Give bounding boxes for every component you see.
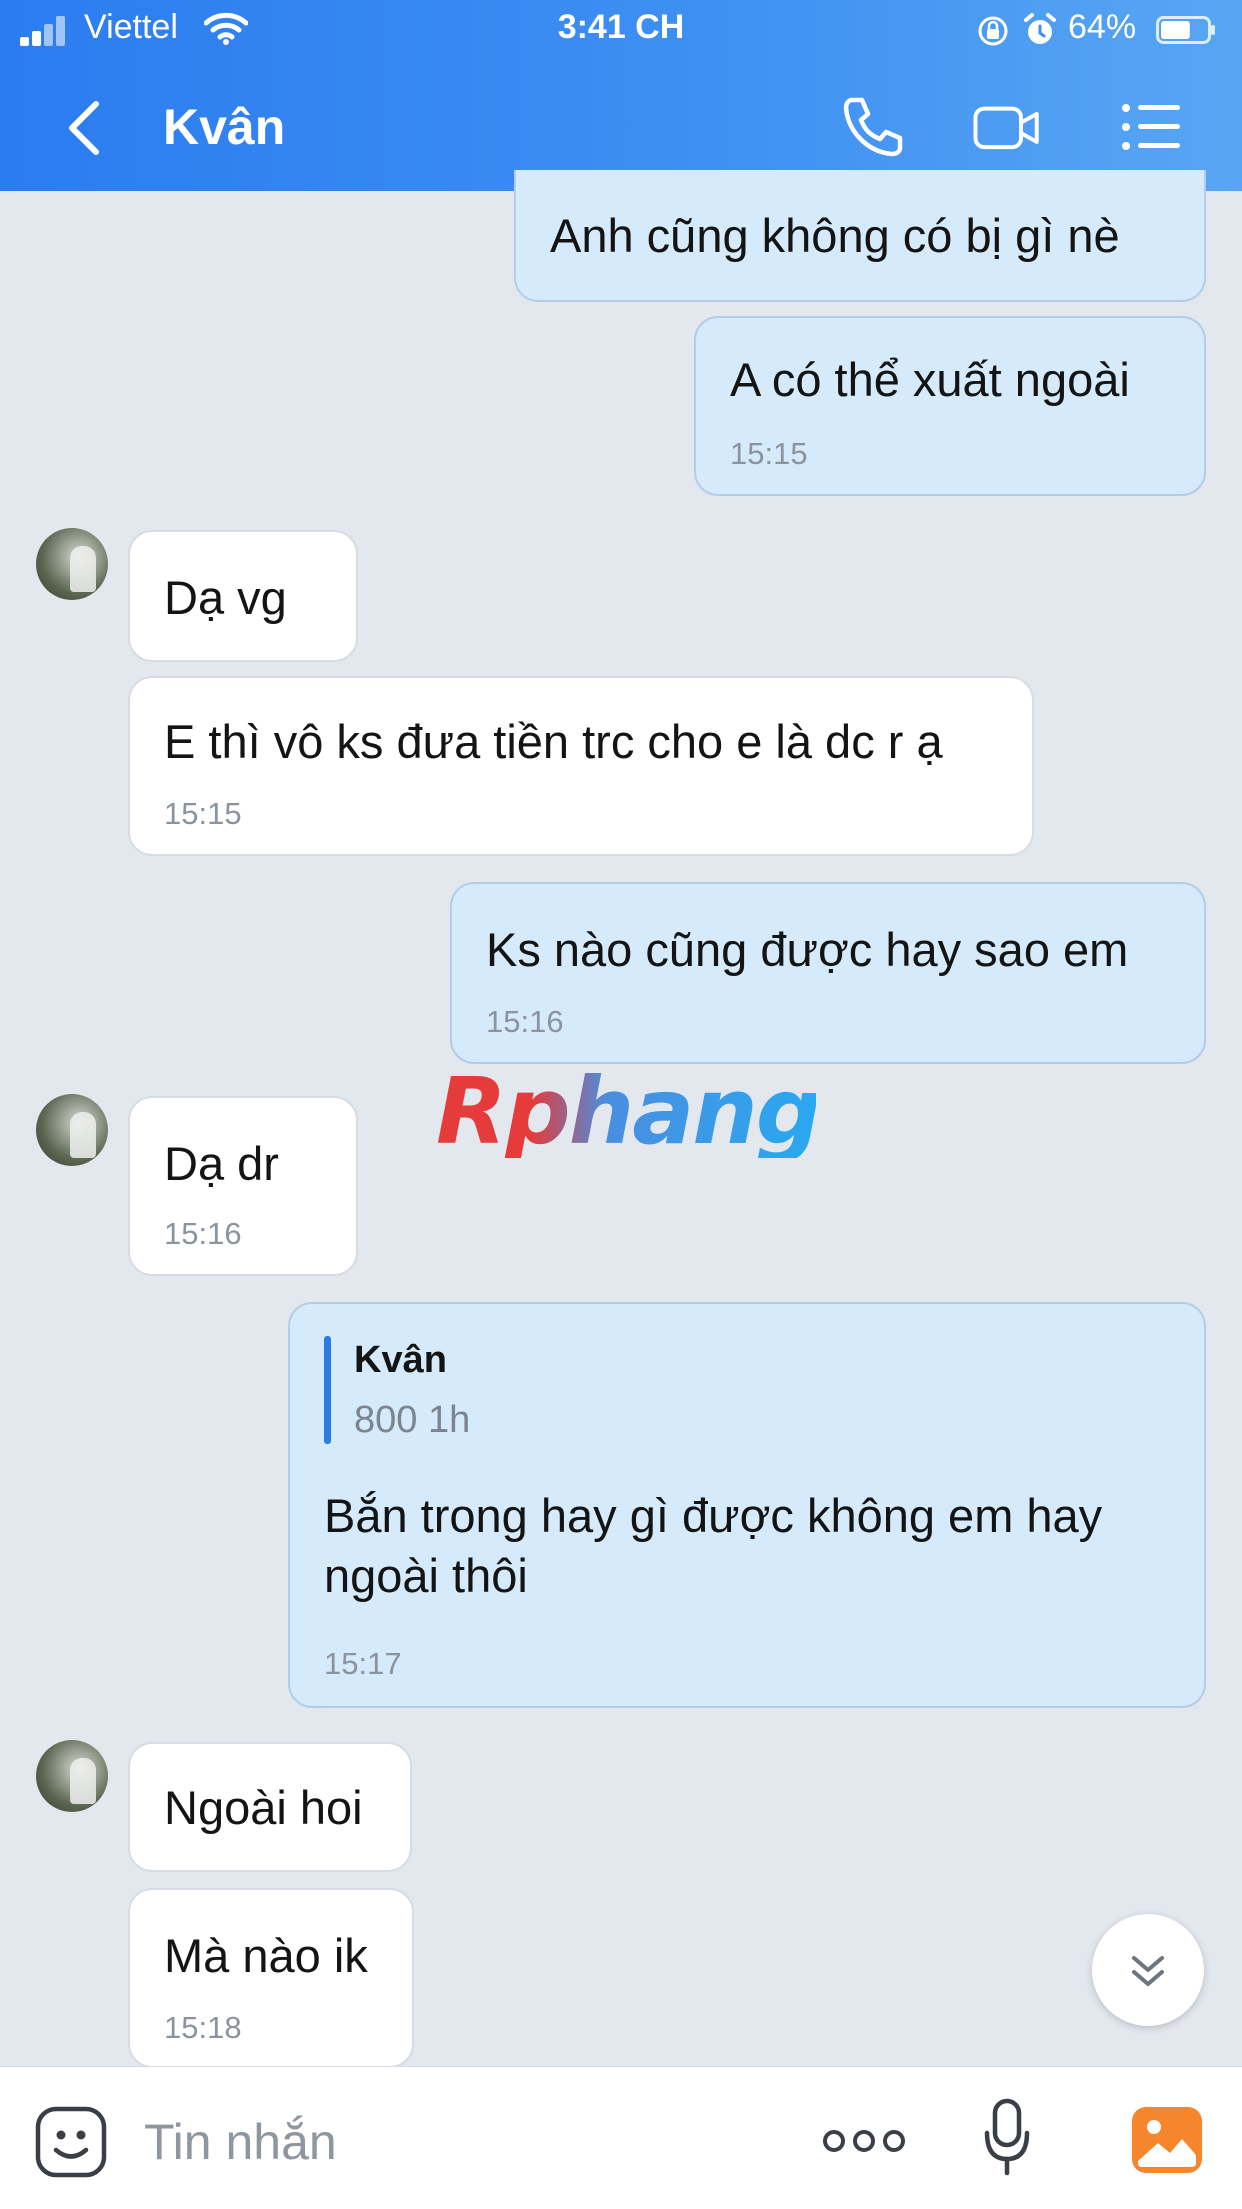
sticker-icon[interactable] xyxy=(34,2105,108,2179)
message-text: Anh cũng không có bị gì nè xyxy=(550,209,1120,262)
quote-bar xyxy=(324,1336,331,1444)
avatar[interactable] xyxy=(36,528,108,600)
message-text: Dạ dr xyxy=(164,1137,279,1190)
message-text: Ngoài hoi xyxy=(164,1781,363,1834)
outgoing-message[interactable]: A có thể xuất ngoài 15:15 xyxy=(694,316,1206,496)
message-text: Mà nào ik xyxy=(164,1929,368,1982)
video-call-icon[interactable] xyxy=(972,92,1042,162)
avatar[interactable] xyxy=(36,1094,108,1166)
status-bar: Viettel 3:41 CH 64% xyxy=(0,0,1242,62)
gallery-icon[interactable] xyxy=(1130,2105,1204,2175)
message-time: 15:15 xyxy=(164,796,242,831)
phone-icon[interactable] xyxy=(838,92,908,162)
message-time: 15:18 xyxy=(164,2010,242,2045)
message-text: A có thể xuất ngoài xyxy=(730,353,1130,406)
incoming-message[interactable]: E thì vô ks đưa tiền trc cho e là dc r ạ… xyxy=(128,676,1034,856)
microphone-icon[interactable] xyxy=(982,2097,1032,2177)
battery-icon xyxy=(1156,16,1215,44)
rotation-lock-icon xyxy=(978,16,1008,46)
message-text: Dạ vg xyxy=(164,571,287,624)
double-chevron-down-icon xyxy=(1132,1956,1164,1986)
more-options-icon[interactable] xyxy=(822,2123,906,2159)
message-time: 15:17 xyxy=(324,1646,402,1681)
scroll-to-bottom-button[interactable] xyxy=(1092,1914,1204,2026)
message-input[interactable] xyxy=(142,2103,766,2181)
message-text: E thì vô ks đưa tiền trc cho e là dc r ạ xyxy=(164,715,943,768)
message-text: Bắn trong hay gì được không em hay ngoài… xyxy=(324,1489,1103,1602)
contact-name[interactable]: Kvân xyxy=(163,98,285,156)
app-header: Viettel 3:41 CH 64% Kvân xyxy=(0,0,1242,191)
watermark-logo: Rphang xyxy=(436,1058,822,1165)
incoming-message[interactable]: Dạ vg xyxy=(128,530,358,662)
list-menu-icon[interactable] xyxy=(1116,92,1186,162)
incoming-message[interactable]: Mà nào ik 15:18 xyxy=(128,1888,414,2068)
message-time: 15:16 xyxy=(164,1216,242,1251)
alarm-icon xyxy=(1024,13,1056,44)
quoted-text: 800 1h xyxy=(354,1399,471,1441)
quoted-sender: Kvân xyxy=(354,1339,447,1381)
avatar[interactable] xyxy=(36,1740,108,1812)
outgoing-message[interactable]: Ks nào cũng được hay sao em 15:16 xyxy=(450,882,1206,1064)
message-time: 15:16 xyxy=(486,1004,564,1039)
message-text: Ks nào cũng được hay sao em xyxy=(486,923,1129,976)
outgoing-message[interactable]: Anh cũng không có bị gì nè xyxy=(514,170,1206,302)
back-chevron-icon[interactable] xyxy=(60,98,110,158)
message-time: 15:15 xyxy=(730,436,808,471)
battery-percent: 64% xyxy=(1068,8,1137,46)
message-composer xyxy=(0,2066,1242,2209)
incoming-message[interactable]: Ngoài hoi xyxy=(128,1742,412,1872)
incoming-message[interactable]: Dạ dr 15:16 xyxy=(128,1096,358,1276)
outgoing-reply-message[interactable]: Kvân 800 1h Bắn trong hay gì được không … xyxy=(288,1302,1206,1708)
